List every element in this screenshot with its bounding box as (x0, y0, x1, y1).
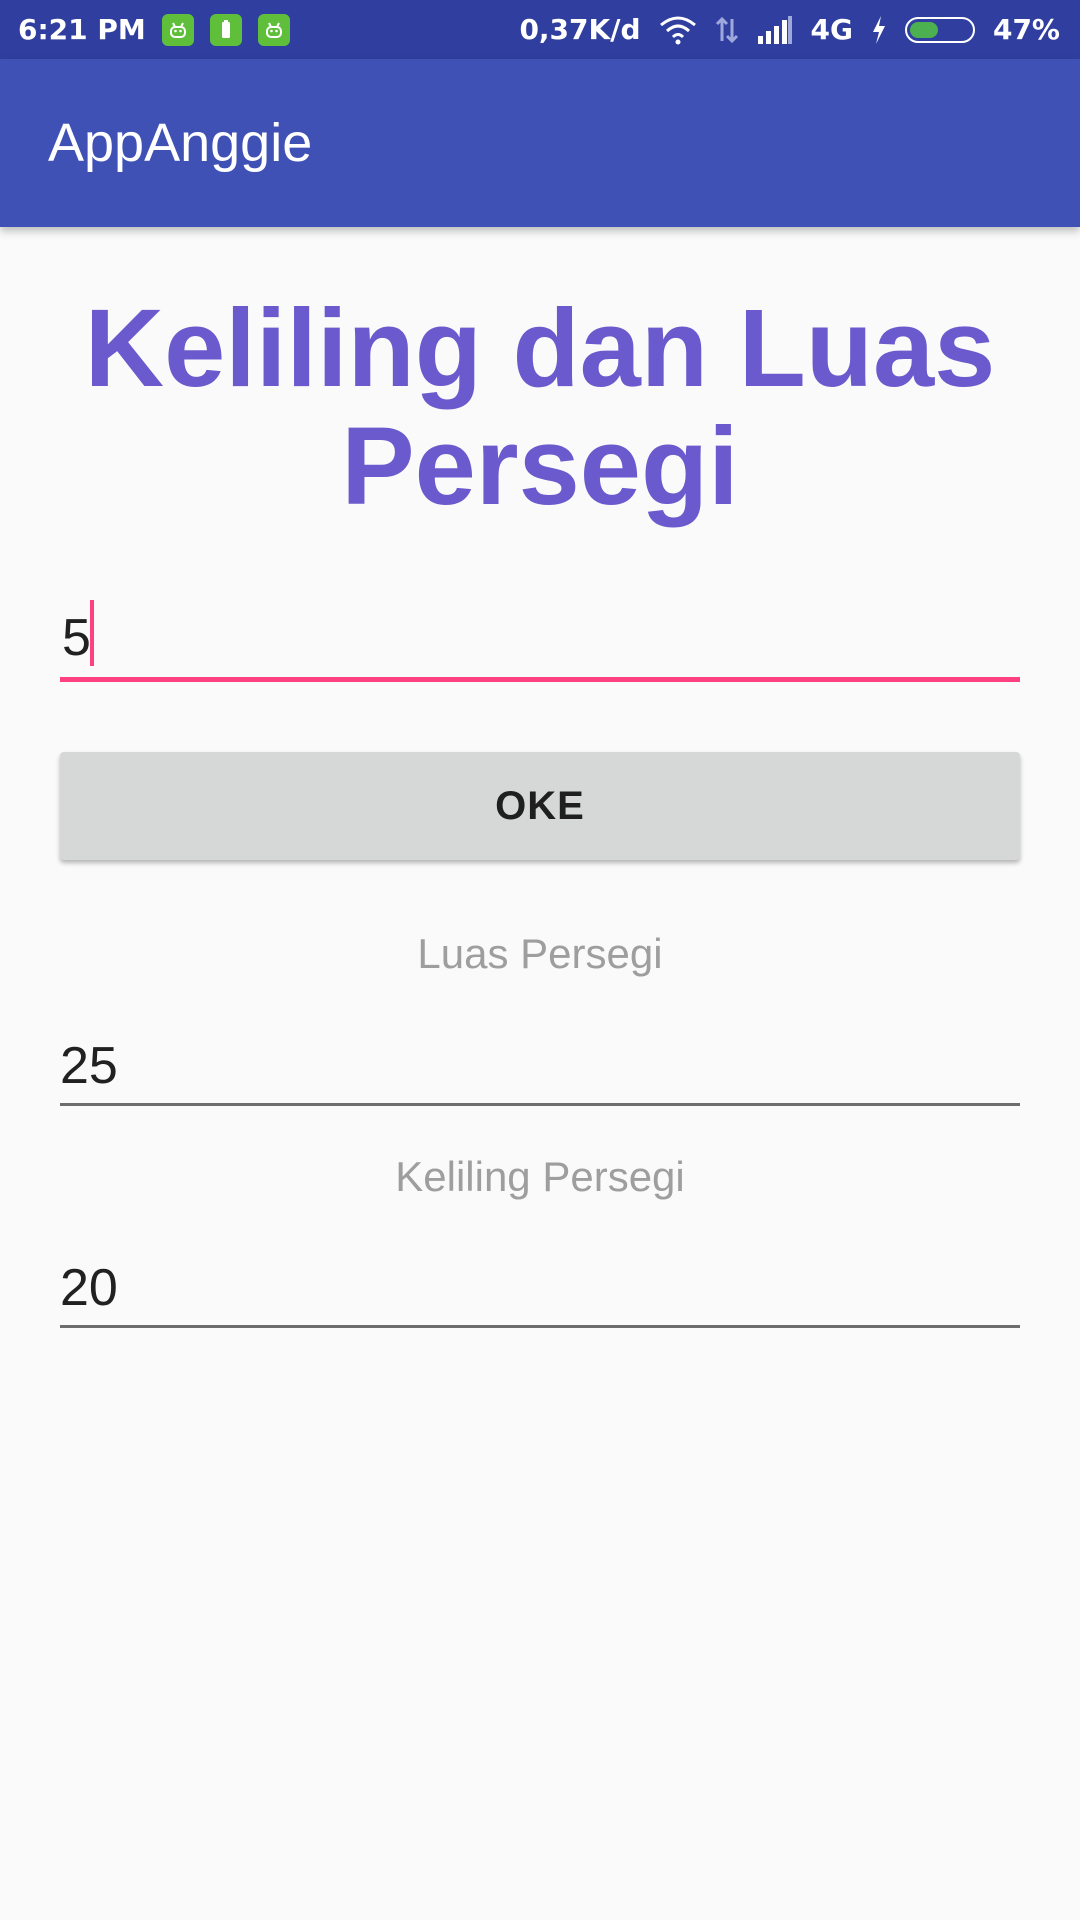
status-time: 6:21 PM (18, 13, 146, 46)
page-heading: Keliling dan Luas Persegi (84, 287, 996, 528)
side-length-input[interactable]: 5 (60, 592, 1020, 682)
oke-button[interactable]: OKE (60, 752, 1020, 860)
network-type: 4G (810, 13, 853, 46)
side-length-value: 5 (62, 609, 91, 667)
battery-fill (909, 21, 939, 38)
luas-label: Luas Persegi (417, 930, 663, 977)
app-bar: AppAnggie (0, 59, 1080, 227)
battery-icon (904, 16, 975, 43)
keliling-value: 20 (60, 1259, 118, 1317)
luas-value: 25 (60, 1037, 118, 1095)
signal-icon (757, 15, 793, 44)
luas-field[interactable]: 25 (60, 1036, 1020, 1106)
data-transfer-icon (715, 15, 739, 45)
android-notification-icon (161, 13, 194, 46)
status-bar: 6:21 PM 0,37K/d 4G 47% (0, 0, 1080, 59)
text-cursor (90, 600, 94, 666)
network-speed: 0,37K/d (519, 13, 641, 46)
app-title: AppAnggie (48, 113, 313, 173)
keliling-field[interactable]: 20 (60, 1258, 1020, 1328)
battery-notification-icon (209, 13, 242, 46)
status-right: 0,37K/d 4G 47% (501, 13, 1060, 46)
keliling-label: Keliling Persegi (395, 1153, 685, 1200)
charging-icon (871, 15, 887, 45)
wifi-icon (659, 15, 697, 45)
battery-percent: 47% (992, 13, 1060, 46)
battery-outline (904, 16, 975, 43)
status-left: 6:21 PM (18, 13, 290, 46)
android-notification-icon (257, 13, 290, 46)
